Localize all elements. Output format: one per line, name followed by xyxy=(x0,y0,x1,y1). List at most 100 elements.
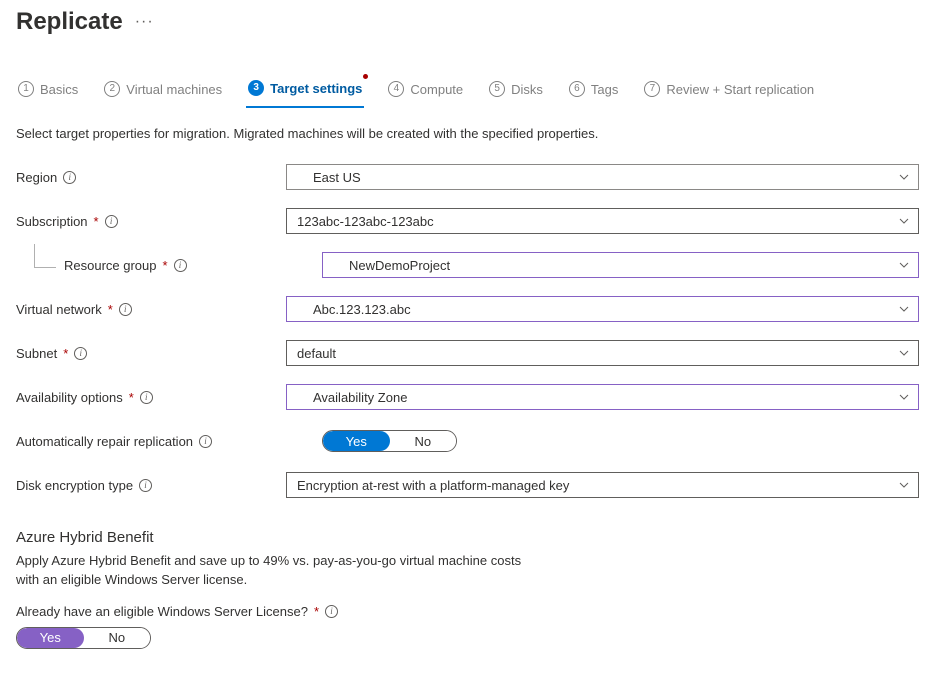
tab-number-icon: 7 xyxy=(644,81,660,97)
field-virtual-network: Virtual network * i Abc.123.123.abc xyxy=(16,293,919,325)
tab-label: Target settings xyxy=(270,81,362,96)
tab-label: Compute xyxy=(410,82,463,97)
info-icon[interactable]: i xyxy=(105,215,118,228)
chevron-down-icon xyxy=(898,215,910,227)
label-text: Automatically repair replication xyxy=(16,434,193,449)
select-value: default xyxy=(297,346,336,361)
tab-review[interactable]: 7 Review + Start replication xyxy=(642,75,816,107)
label-auto-repair: Automatically repair replication i xyxy=(16,434,286,449)
disk-encryption-select[interactable]: Encryption at-rest with a platform-manag… xyxy=(286,472,919,498)
info-icon[interactable]: i xyxy=(74,347,87,360)
label-availability: Availability options * i xyxy=(16,390,286,405)
select-value: NewDemoProject xyxy=(349,258,450,273)
label-disk-encryption: Disk encryption type i xyxy=(16,478,286,493)
label-region: Region i xyxy=(16,170,286,185)
tab-number-icon: 4 xyxy=(388,81,404,97)
tree-line-icon xyxy=(34,244,56,268)
required-asterisk: * xyxy=(94,214,99,229)
label-text: Subscription xyxy=(16,214,88,229)
page-header: Replicate ··· xyxy=(16,0,919,40)
select-value: East US xyxy=(313,170,361,185)
required-asterisk: * xyxy=(163,258,168,273)
tab-number-icon: 6 xyxy=(569,81,585,97)
required-asterisk: * xyxy=(129,390,134,405)
auto-repair-yes-option[interactable]: Yes xyxy=(323,431,390,451)
desc-line: with an eligible Windows Server license. xyxy=(16,572,247,587)
tab-compute[interactable]: 4 Compute xyxy=(386,75,465,107)
tab-label: Virtual machines xyxy=(126,82,222,97)
info-icon[interactable]: i xyxy=(139,479,152,492)
tab-label: Basics xyxy=(40,82,78,97)
tab-virtual-machines[interactable]: 2 Virtual machines xyxy=(102,75,224,107)
resource-group-select[interactable]: NewDemoProject xyxy=(322,252,919,278)
tab-number-icon: 3 xyxy=(248,80,264,96)
subscription-select[interactable]: 123abc-123abc-123abc xyxy=(286,208,919,234)
tab-number-icon: 1 xyxy=(18,81,34,97)
info-icon[interactable]: i xyxy=(119,303,132,316)
field-resource-group: Resource group * i NewDemoProject xyxy=(16,249,919,281)
more-icon[interactable]: ··· xyxy=(135,13,154,31)
field-subscription: Subscription * i 123abc-123abc-123abc xyxy=(16,205,919,237)
hybrid-yes-option[interactable]: Yes xyxy=(17,628,84,648)
hybrid-license-toggle: Yes No xyxy=(16,627,151,649)
chevron-down-icon xyxy=(898,391,910,403)
tab-tags[interactable]: 6 Tags xyxy=(567,75,620,107)
subnet-select[interactable]: default xyxy=(286,340,919,366)
select-value: Availability Zone xyxy=(313,390,407,405)
auto-repair-toggle: Yes No xyxy=(322,430,457,452)
label-text: Availability options xyxy=(16,390,123,405)
field-region: Region i East US xyxy=(16,161,919,193)
hybrid-benefit-description: Apply Azure Hybrid Benefit and save up t… xyxy=(16,552,919,590)
tab-number-icon: 5 xyxy=(489,81,505,97)
chevron-down-icon xyxy=(898,479,910,491)
info-icon[interactable]: i xyxy=(174,259,187,272)
required-asterisk: * xyxy=(63,346,68,361)
chevron-down-icon xyxy=(898,171,910,183)
field-disk-encryption: Disk encryption type i Encryption at-res… xyxy=(16,469,919,501)
tab-label: Tags xyxy=(591,82,618,97)
wizard-tab-row: 1 Basics 2 Virtual machines 3 Target set… xyxy=(16,74,919,108)
label-text: Region xyxy=(16,170,57,185)
required-asterisk: * xyxy=(314,604,319,619)
required-asterisk: * xyxy=(108,302,113,317)
label-subnet: Subnet * i xyxy=(16,346,286,361)
tab-disks[interactable]: 5 Disks xyxy=(487,75,545,107)
availability-select[interactable]: Availability Zone xyxy=(286,384,919,410)
vnet-select[interactable]: Abc.123.123.abc xyxy=(286,296,919,322)
field-subnet: Subnet * i default xyxy=(16,337,919,369)
auto-repair-no-option[interactable]: No xyxy=(390,431,457,451)
hybrid-benefit-title: Azure Hybrid Benefit xyxy=(16,529,919,546)
tab-label: Review + Start replication xyxy=(666,82,814,97)
region-select[interactable]: East US xyxy=(286,164,919,190)
tab-target-settings[interactable]: 3 Target settings xyxy=(246,74,364,108)
select-value: Encryption at-rest with a platform-manag… xyxy=(297,478,569,493)
label-text: Disk encryption type xyxy=(16,478,133,493)
select-value: Abc.123.123.abc xyxy=(313,302,411,317)
chevron-down-icon xyxy=(898,303,910,315)
label-text: Virtual network xyxy=(16,302,102,317)
page-title: Replicate xyxy=(16,8,123,36)
tab-number-icon: 2 xyxy=(104,81,120,97)
intro-text: Select target properties for migration. … xyxy=(16,126,919,141)
chevron-down-icon xyxy=(898,259,910,271)
chevron-down-icon xyxy=(898,347,910,359)
info-icon[interactable]: i xyxy=(140,391,153,404)
label-text: Subnet xyxy=(16,346,57,361)
hybrid-no-option[interactable]: No xyxy=(84,628,151,648)
select-value: 123abc-123abc-123abc xyxy=(297,214,434,229)
label-resource-group: Resource group * i xyxy=(16,258,286,273)
alert-dot-icon xyxy=(363,74,368,79)
desc-line: Apply Azure Hybrid Benefit and save up t… xyxy=(16,553,521,568)
question-text: Already have an eligible Windows Server … xyxy=(16,604,308,619)
label-subscription: Subscription * i xyxy=(16,214,286,229)
info-icon[interactable]: i xyxy=(199,435,212,448)
hybrid-license-question-row: Already have an eligible Windows Server … xyxy=(16,604,919,619)
label-text: Resource group xyxy=(64,258,157,273)
label-virtual-network: Virtual network * i xyxy=(16,302,286,317)
tab-basics[interactable]: 1 Basics xyxy=(16,75,80,107)
field-auto-repair: Automatically repair replication i Yes N… xyxy=(16,425,919,457)
field-availability-options: Availability options * i Availability Zo… xyxy=(16,381,919,413)
tab-label: Disks xyxy=(511,82,543,97)
info-icon[interactable]: i xyxy=(63,171,76,184)
info-icon[interactable]: i xyxy=(325,605,338,618)
